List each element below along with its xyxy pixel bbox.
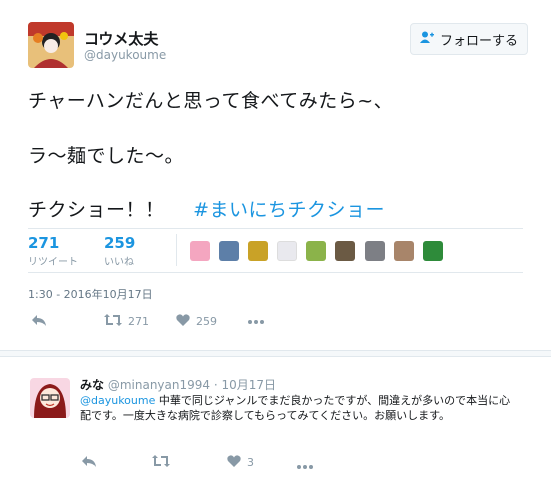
more-button[interactable]	[248, 314, 264, 327]
reply-text: @dayukoume 中華で同じジャンルでまだ良かったですが、間違えが多いので本…	[80, 393, 520, 423]
reply-user-handle[interactable]: @minanyan1994	[108, 378, 210, 392]
reply-header: みな @minanyan1994 · 10月17日	[80, 376, 276, 393]
liker-avatar[interactable]	[248, 240, 269, 261]
tweet-text-line2: ラ～麺でした～。	[28, 145, 185, 167]
user-handle[interactable]: @dayukoume	[84, 48, 166, 62]
reply-user-name[interactable]: みな	[80, 378, 104, 392]
retweet-icon	[104, 314, 122, 329]
like-stat-count: 259	[104, 234, 136, 252]
liker-avatar[interactable]	[190, 240, 210, 261]
liker-avatar[interactable]	[219, 240, 240, 261]
stats-separator	[176, 234, 177, 266]
reply-user-avatar[interactable]	[30, 378, 70, 418]
liker-avatar[interactable]	[335, 240, 356, 261]
display-name[interactable]: コウメ太夫	[84, 28, 158, 49]
hashtag-link[interactable]: #まいにちチクショー	[193, 199, 385, 221]
heart-icon	[176, 314, 190, 329]
retweet-count: 271	[128, 315, 149, 328]
follow-button-label: フォローする	[439, 33, 518, 49]
divider	[28, 228, 523, 229]
heart-icon	[227, 455, 241, 470]
more-icon	[248, 314, 264, 327]
tweet-timestamp[interactable]: 1:30 - 2016年10月17日	[28, 286, 153, 302]
reply-separator: ·	[213, 378, 218, 392]
user-avatar[interactable]	[28, 22, 74, 68]
liker-avatar[interactable]	[393, 240, 414, 261]
reply-reply-button[interactable]	[82, 455, 96, 470]
section-divider	[0, 350, 551, 357]
liker-avatar[interactable]	[306, 240, 327, 261]
reply-mention[interactable]: @dayukoume	[80, 394, 155, 407]
tweet-text-chikusho: チクショー！！	[28, 199, 165, 221]
like-stat[interactable]: 259 いいね	[104, 234, 135, 268]
tweet-text-line3: チクショー！！ #まいにちチクショー	[28, 195, 385, 222]
tweet-text-line1: チャーハンだんと思って食べてみたら~、	[28, 90, 394, 112]
like-button[interactable]: 259	[176, 314, 217, 329]
reply-button[interactable]	[32, 314, 46, 329]
more-icon	[297, 459, 313, 472]
like-stat-label: いいね	[104, 257, 134, 268]
reply-like-count: 3	[247, 456, 254, 469]
liker-avatar[interactable]	[422, 240, 443, 261]
add-user-icon	[419, 31, 434, 47]
like-count: 259	[196, 315, 217, 328]
reply-icon	[32, 314, 46, 329]
reply-like-button[interactable]: 3	[227, 455, 254, 470]
likers-avatars	[190, 240, 447, 261]
divider	[28, 272, 523, 273]
liker-avatar[interactable]	[364, 240, 385, 261]
reply-more-button[interactable]	[297, 459, 313, 472]
retweet-stat-count: 271	[28, 234, 60, 252]
retweet-stat[interactable]: 271 リツイート	[28, 234, 78, 268]
liker-avatar[interactable]	[277, 240, 298, 261]
retweet-icon	[152, 455, 170, 470]
retweet-button[interactable]: 271	[104, 314, 149, 329]
follow-button[interactable]: フォローする	[410, 23, 528, 55]
reply-retweet-button[interactable]	[152, 455, 170, 470]
reply-icon	[82, 455, 96, 470]
retweet-stat-label: リツイート	[28, 257, 78, 268]
reply-date[interactable]: 10月17日	[222, 378, 277, 392]
